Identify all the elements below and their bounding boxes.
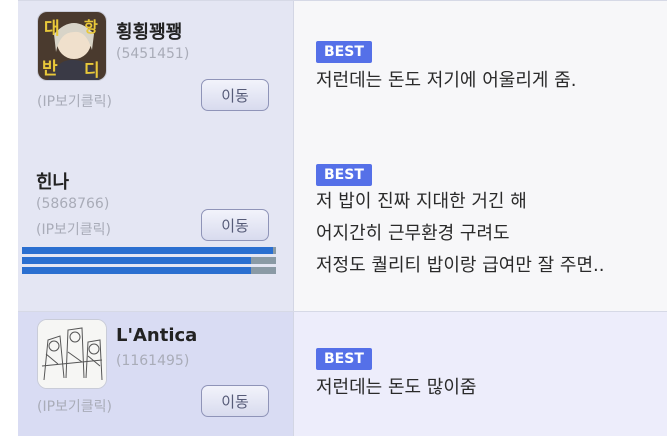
comment-text-line: 저정도 퀄리티 밥이랑 급여만 잘 주면.. <box>316 255 605 276</box>
author-id: (1161495) <box>116 353 190 369</box>
ip-view-link[interactable]: (IP보기클릭) <box>37 396 112 416</box>
ip-view-link[interactable]: (IP보기클릭) <box>37 91 112 111</box>
comment-text-line: 어지간히 근무환경 구려도 <box>316 223 510 244</box>
comment-text: 저런데는 돈도 많이줌 <box>316 377 477 398</box>
avatar-char: 대 <box>44 19 60 39</box>
comment-author-panel: 힌나 (5868766) (IP보기클릭) 이동 <box>18 128 294 311</box>
move-button[interactable]: 이동 <box>201 385 269 417</box>
comment-row: L'Antica (1161495) (IP보기클릭) 이동 BEST 저런데는… <box>18 312 667 436</box>
vote-bar <box>22 247 276 254</box>
comment-text: 저런데는 돈도 저기에 어울리게 줌. <box>316 70 577 91</box>
avatar[interactable] <box>37 319 107 389</box>
comment-body: BEST 저런데는 돈도 많이줌 <box>294 312 667 436</box>
vote-bar-fill <box>22 247 274 254</box>
author-nickname[interactable]: 횡횡꽹꽹 <box>116 18 182 44</box>
comment-author-panel: 대 항 반 디 횡횡꽹꽹 (5451451) (IP보기클릭) 이동 <box>18 1 294 128</box>
best-badge: BEST <box>316 41 372 63</box>
best-badge: BEST <box>316 164 372 186</box>
author-nickname[interactable]: L'Antica <box>116 325 197 346</box>
avatar-char: 반 <box>42 59 58 79</box>
author-id: (5868766) <box>36 196 110 212</box>
vote-bar <box>22 257 276 264</box>
move-button[interactable]: 이동 <box>201 209 269 241</box>
comment-row: 힌나 (5868766) (IP보기클릭) 이동 BEST 저 밥이 진짜 지대… <box>18 128 667 312</box>
best-comments-list: 대 항 반 디 횡횡꽹꽹 (5451451) (IP보기클릭) 이동 BEST … <box>18 0 667 436</box>
avatar-char: 항 <box>84 18 98 36</box>
author-nickname[interactable]: 힌나 <box>36 168 69 194</box>
ip-view-link[interactable]: (IP보기클릭) <box>36 219 111 239</box>
comment-body: BEST 저 밥이 진짜 지대한 거긴 해 어지간히 근무환경 구려도 저정도 … <box>294 128 667 311</box>
vote-bars <box>22 247 276 277</box>
best-badge: BEST <box>316 348 372 370</box>
comment-author-panel: L'Antica (1161495) (IP보기클릭) 이동 <box>18 312 294 436</box>
comment-row: 대 항 반 디 횡횡꽹꽹 (5451451) (IP보기클릭) 이동 BEST … <box>18 0 667 129</box>
vote-bar <box>22 267 276 274</box>
author-id: (5451451) <box>116 46 190 62</box>
comment-body: BEST 저런데는 돈도 저기에 어울리게 줌. <box>294 1 667 128</box>
avatar-char: 디 <box>84 61 100 80</box>
vote-bar-fill <box>22 257 251 264</box>
move-button[interactable]: 이동 <box>201 79 269 111</box>
avatar[interactable]: 대 항 반 디 <box>37 11 107 81</box>
vote-bar-fill <box>22 267 251 274</box>
comment-text-line: 저 밥이 진짜 지대한 거긴 해 <box>316 191 527 212</box>
